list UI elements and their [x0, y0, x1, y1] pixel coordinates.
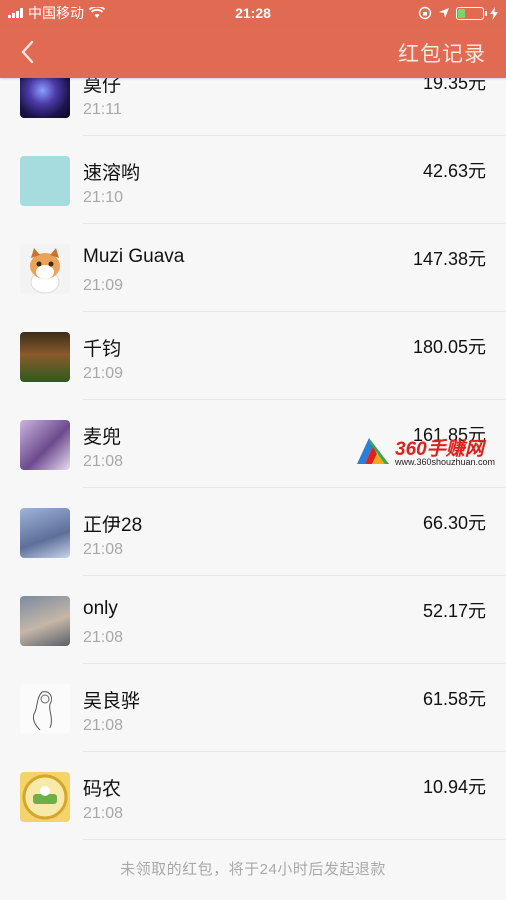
record-time: 21:09	[83, 277, 124, 294]
wifi-icon	[89, 7, 105, 18]
record-amount: 61.58元	[422, 689, 486, 709]
record-amount: 147.38元	[412, 249, 486, 269]
watermark-url: www.360shouzhuan.com	[395, 457, 496, 467]
status-bar: 中国移动 21:28	[0, 0, 506, 26]
list-item[interactable]: 吴良骅 21:08 61.58元	[0, 664, 506, 752]
list-item[interactable]: Muzi Guava 21:09 147.38元	[0, 224, 506, 312]
record-name: 麦兜	[83, 427, 122, 448]
record-name: 正伊28	[83, 515, 143, 536]
record-name: 速溶哟	[83, 163, 141, 184]
charging-icon	[490, 6, 498, 20]
record-amount: 180.05元	[412, 337, 486, 357]
record-amount: 66.30元	[422, 513, 486, 533]
avatar	[20, 772, 70, 822]
record-time: 21:08	[83, 717, 124, 734]
signal-icon	[8, 8, 23, 18]
avatar	[20, 684, 70, 734]
record-name: only	[83, 598, 118, 619]
record-amount: 42.63元	[422, 161, 486, 181]
record-time: 21:08	[83, 541, 124, 558]
cat-avatar-image	[30, 248, 60, 294]
record-time: 21:09	[83, 365, 124, 382]
avatar	[20, 508, 70, 558]
record-name: 码农	[83, 779, 122, 800]
refund-notice: 未领取的红包，将于24小时后发起退款	[120, 861, 386, 878]
avatar	[20, 156, 70, 206]
watermark-logo-icon	[357, 438, 389, 464]
record-time: 21:08	[83, 453, 124, 470]
location-arrow-icon	[439, 8, 449, 18]
nav-bar: 红包记录	[0, 26, 506, 78]
record-name: Muzi Guava	[83, 246, 185, 267]
list-item[interactable]: only 21:08 52.17元	[0, 576, 506, 664]
sketch-avatar-image	[33, 691, 53, 731]
record-amount: 52.17元	[422, 601, 486, 621]
list-item[interactable]: 千钧 21:09 180.05元	[0, 312, 506, 400]
page-title: 红包记录	[398, 43, 486, 66]
record-time: 21:08	[83, 629, 124, 646]
avatar	[20, 244, 70, 294]
avatar	[20, 596, 70, 646]
badge-avatar-image	[22, 774, 68, 820]
chevron-left-icon	[21, 40, 34, 64]
list-item[interactable]: 正伊28 21:08 66.30元	[0, 488, 506, 576]
list-item[interactable]: 码农 21:08 10.94元	[0, 752, 506, 840]
back-button[interactable]	[12, 34, 48, 70]
avatar	[20, 420, 70, 470]
record-name: 吴良骅	[83, 691, 141, 712]
record-amount: 10.94元	[422, 777, 486, 797]
record-name: 千钧	[83, 339, 122, 360]
battery-icon	[456, 6, 487, 20]
avatar	[20, 332, 70, 382]
status-left: 中国移动	[8, 3, 105, 23]
record-time: 21:08	[83, 805, 124, 822]
watermark: 360手赚网 www.360shouzhuan.com	[355, 432, 505, 472]
status-right	[418, 6, 498, 20]
record-time: 21:11	[83, 101, 122, 118]
lock-rotation-icon	[418, 6, 432, 20]
carrier-label: 中国移动	[28, 5, 84, 21]
list-item[interactable]: 速溶哟 21:10 42.63元	[0, 136, 506, 224]
record-time: 21:10	[83, 189, 124, 206]
